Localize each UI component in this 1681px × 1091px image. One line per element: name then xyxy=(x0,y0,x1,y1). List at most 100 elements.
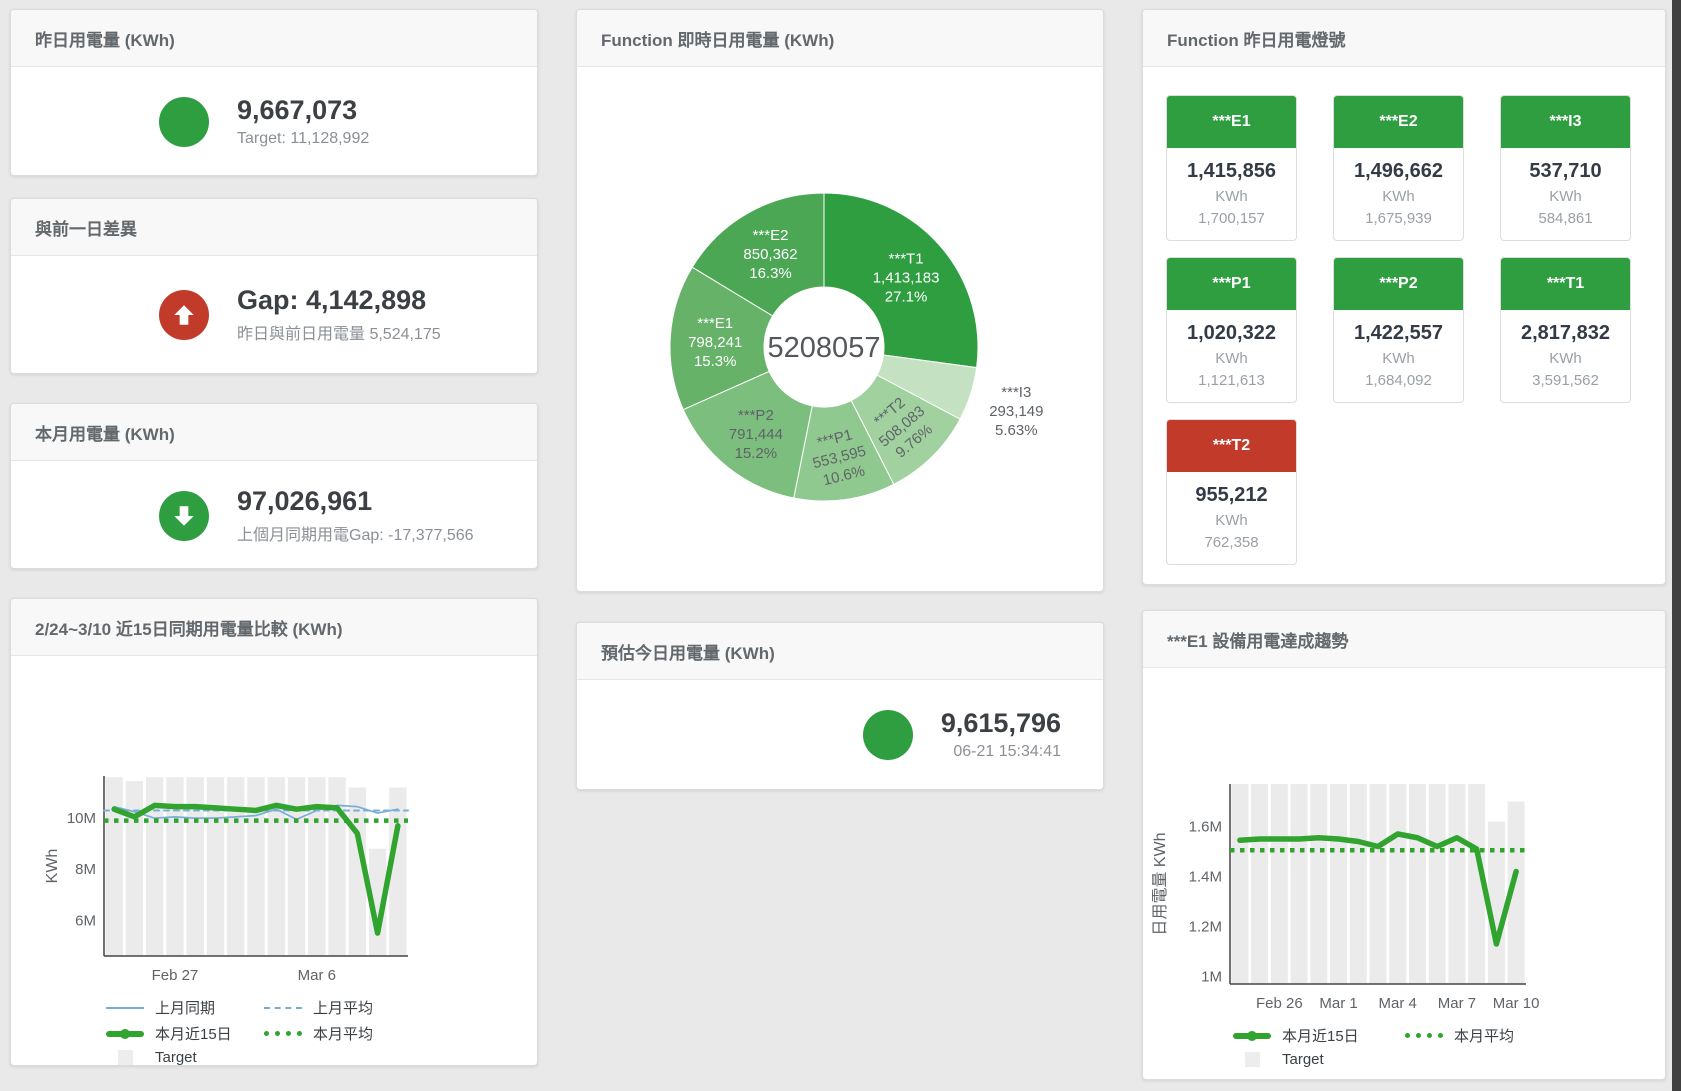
legend-label: 上月同期 xyxy=(155,997,215,1018)
card-15day-compare-chart: 2/24~3/10 近15日同期用電量比較 (KWh) 6M8M10MFeb 2… xyxy=(10,598,538,1066)
yesterday-usage-stat: 9,667,073 Target: 11,128,992 xyxy=(11,67,537,177)
dot-green-swatch-icon xyxy=(1405,1033,1443,1038)
legend-item[interactable]: Target xyxy=(1233,1051,1405,1068)
svg-text:日用電量 KWh: 日用電量 KWh xyxy=(1152,832,1169,935)
down-arrow-icon xyxy=(159,491,209,541)
card-e1-trend-chart: ***E1 設備用電達成趨勢 1M1.2M1.4M1.6MFeb 26Mar 1… xyxy=(1142,610,1666,1080)
legend-item[interactable]: 上月同期 xyxy=(106,997,264,1018)
legend-label: Target xyxy=(1282,1051,1324,1068)
tile-target: 1,684,092 xyxy=(1334,372,1463,389)
compare-15day-chart[interactable]: 6M8M10MFeb 27Mar 6KWh xyxy=(11,656,539,990)
status-circle-green xyxy=(159,97,209,147)
tile-value: 1,496,662 xyxy=(1334,160,1463,183)
tile-unit: KWh xyxy=(1167,512,1296,529)
card-function-lights: Function 昨日用電燈號 ***E11,415,856KWh1,700,1… xyxy=(1142,9,1666,585)
gap-value: Gap: 4,142,898 xyxy=(237,286,441,316)
month-usage-gap: 上個月同期用電Gap: -17,377,566 xyxy=(237,521,474,545)
e1-trend-legend: 本月近15日本月平均 Target xyxy=(1233,1025,1665,1068)
legend-label: Target xyxy=(155,1049,197,1066)
card-estimate-today: 預估今日用電量 (KWh) 9,615,796 06-21 15:34:41 xyxy=(576,622,1104,790)
month-usage-stat: 97,026,961 上個月同期用電Gap: -17,377,566 xyxy=(11,461,537,571)
legend-item[interactable]: 本月平均 xyxy=(264,1023,434,1044)
svg-text:Mar 7: Mar 7 xyxy=(1438,995,1476,1012)
energy-dashboard: 昨日用電量 (KWh) 9,667,073 Target: 11,128,992… xyxy=(0,0,1681,1091)
tile-value: 1,020,322 xyxy=(1167,322,1296,345)
legend-item[interactable]: 本月平均 xyxy=(1405,1025,1565,1046)
legend-item[interactable]: 本月近15日 xyxy=(1233,1025,1405,1046)
tile-unit: KWh xyxy=(1334,188,1463,205)
svg-text:***I3293,1495.63%: ***I3293,1495.63% xyxy=(989,384,1043,439)
estimate-timestamp: 06-21 15:34:41 xyxy=(941,743,1061,761)
card-title: 本月用電量 (KWh) xyxy=(11,404,537,461)
tile-value: 955,212 xyxy=(1167,484,1296,507)
card-title: 昨日用電量 (KWh) xyxy=(11,10,537,67)
tile-name: ***P2 xyxy=(1334,258,1463,310)
tile-name: ***E2 xyxy=(1334,96,1463,148)
svg-text:Feb 26: Feb 26 xyxy=(1256,995,1303,1012)
card-title: 與前一日差異 xyxy=(11,199,537,256)
svg-text:Mar 10: Mar 10 xyxy=(1493,995,1540,1012)
tile-target: 1,700,157 xyxy=(1167,210,1296,227)
card-title: ***E1 設備用電達成趨勢 xyxy=(1143,611,1665,668)
card-function-realtime-donut: Function 即時日用電量 (KWh) ***T11,413,18327.1… xyxy=(576,9,1104,592)
tile-unit: KWh xyxy=(1501,350,1630,367)
tile-unit: KWh xyxy=(1167,188,1296,205)
month-usage-value: 97,026,961 xyxy=(237,487,474,517)
square-gray-swatch-icon xyxy=(106,1050,144,1065)
card-title: 預估今日用電量 (KWh) xyxy=(577,623,1103,680)
svg-text:10M: 10M xyxy=(67,810,96,827)
tile-unit: KWh xyxy=(1501,188,1630,205)
svg-text:Feb 27: Feb 27 xyxy=(152,967,199,984)
svg-text:5208057: 5208057 xyxy=(768,332,881,364)
card-gap-prev-day: 與前一日差異 Gap: 4,142,898 昨日與前日用電量 5,524,175 xyxy=(10,198,538,374)
legend-item[interactable]: Target xyxy=(106,1049,264,1066)
svg-text:Mar 4: Mar 4 xyxy=(1379,995,1417,1012)
tile-name: ***P1 xyxy=(1167,258,1296,310)
card-yesterday-usage: 昨日用電量 (KWh) 9,667,073 Target: 11,128,992 xyxy=(10,9,538,176)
svg-text:8M: 8M xyxy=(75,861,96,878)
svg-text:Mar 6: Mar 6 xyxy=(298,967,336,984)
function-tile: ***T2 955,212 KWh 762,358 xyxy=(1166,419,1297,565)
legend-label: 上月平均 xyxy=(313,997,373,1018)
yesterday-usage-target: Target: 11,128,992 xyxy=(237,130,369,148)
tile-name: ***T1 xyxy=(1501,258,1630,310)
thick-green-swatch-icon xyxy=(106,1031,144,1037)
status-circle-green xyxy=(863,710,913,760)
svg-text:1.6M: 1.6M xyxy=(1189,819,1222,836)
yesterday-usage-value: 9,667,073 xyxy=(237,96,369,126)
thick-green-swatch-icon xyxy=(1233,1033,1271,1039)
tile-name: ***E1 xyxy=(1167,96,1296,148)
compare-chart-legend: 上月同期 上月平均本月近15日本月平均 Target xyxy=(106,997,537,1066)
svg-text:KWh: KWh xyxy=(44,849,61,884)
card-title: 2/24~3/10 近15日同期用電量比較 (KWh) xyxy=(11,599,537,656)
solid-blue-swatch-icon xyxy=(106,1007,144,1009)
tile-value: 1,422,557 xyxy=(1334,322,1463,345)
window-scrollbar[interactable] xyxy=(1672,0,1681,1091)
tile-unit: KWh xyxy=(1167,350,1296,367)
up-arrow-icon xyxy=(159,290,209,340)
dash-blue-swatch-icon xyxy=(264,1007,302,1009)
function-tile: ***E11,415,856KWh1,700,157 xyxy=(1166,95,1297,241)
card-title: Function 昨日用電燈號 xyxy=(1143,10,1665,67)
tile-target: 1,675,939 xyxy=(1334,210,1463,227)
estimate-stat: 9,615,796 06-21 15:34:41 xyxy=(577,680,1103,790)
legend-item[interactable]: 上月平均 xyxy=(264,997,434,1018)
tile-unit: KWh xyxy=(1334,350,1463,367)
gap-sub: 昨日與前日用電量 5,524,175 xyxy=(237,320,441,344)
tile-value: 2,817,832 xyxy=(1501,322,1630,345)
svg-text:Mar 1: Mar 1 xyxy=(1319,995,1357,1012)
tile-name: ***T2 xyxy=(1167,420,1296,472)
tile-target: 762,358 xyxy=(1167,534,1296,551)
tile-target: 1,121,613 xyxy=(1167,372,1296,389)
card-month-usage: 本月用電量 (KWh) 97,026,961 上個月同期用電Gap: -17,3… xyxy=(10,403,538,569)
e1-trend-chart[interactable]: 1M1.2M1.4M1.6MFeb 26Mar 1Mar 4Mar 7Mar 1… xyxy=(1143,668,1667,1018)
tile-value: 537,710 xyxy=(1501,160,1630,183)
gap-stat: Gap: 4,142,898 昨日與前日用電量 5,524,175 xyxy=(11,256,537,374)
realtime-usage-donut[interactable]: ***T11,413,18327.1%***I3293,1495.63%***T… xyxy=(577,67,1105,591)
function-tile: ***P1 1,020,322 KWh 1,121,613 xyxy=(1166,257,1297,403)
svg-text:1M: 1M xyxy=(1201,969,1222,986)
legend-item[interactable]: 本月近15日 xyxy=(106,1023,264,1044)
tile-target: 584,861 xyxy=(1501,210,1630,227)
svg-text:1.2M: 1.2M xyxy=(1189,919,1222,936)
function-tile: ***P2 1,422,557 KWh 1,684,092 xyxy=(1333,257,1464,403)
